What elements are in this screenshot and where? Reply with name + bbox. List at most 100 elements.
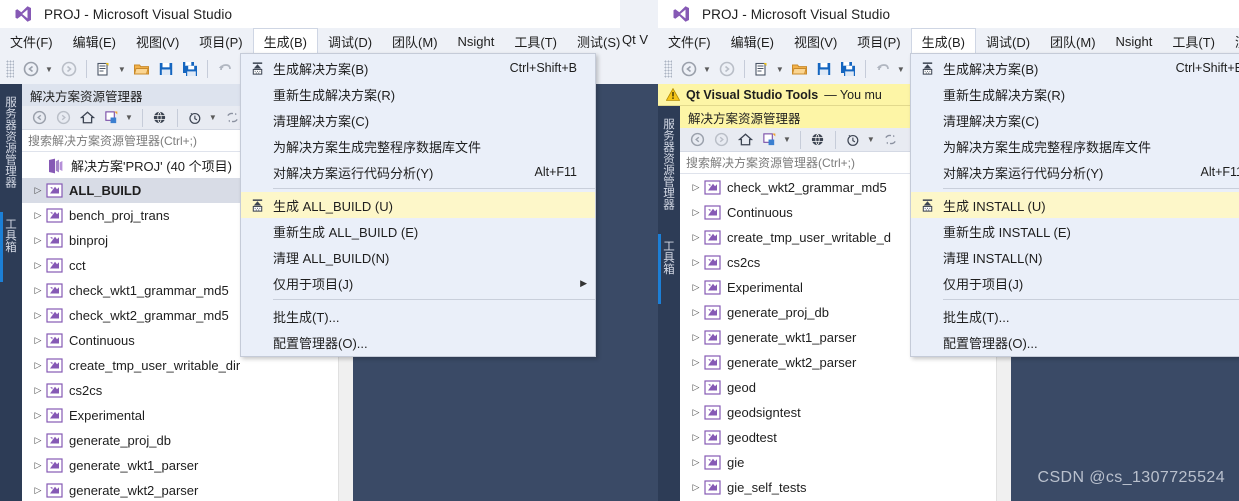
dropdown-caret-icon[interactable]: ▼ [115, 65, 129, 74]
sidebar-item-server-explorer[interactable]: 服务器资源管理器 [0, 90, 22, 194]
refresh-icon[interactable] [880, 129, 902, 151]
forward-arrow-icon[interactable] [710, 129, 732, 151]
menu-tools[interactable]: 工具(T) [1162, 28, 1225, 54]
dropdown-caret-icon[interactable]: ▼ [780, 135, 794, 144]
menu-tools[interactable]: 工具(T) [504, 28, 567, 54]
expand-twisty-icon[interactable]: ▷ [30, 260, 46, 271]
menu-item[interactable]: 对解决方案运行代码分析(Y) Alt+F11 [911, 159, 1239, 185]
expand-twisty-icon[interactable]: ▷ [30, 460, 46, 471]
save-icon[interactable] [155, 58, 177, 80]
menu-bar[interactable]: 文件(F) 编辑(E) 视图(V) 项目(P) 生成(B) 调试(D) 团队(M… [658, 28, 1239, 54]
menu-project[interactable]: 项目(P) [847, 28, 910, 54]
history-icon[interactable] [842, 129, 864, 151]
menu-nsight[interactable]: Nsight [1106, 28, 1163, 54]
menu-test[interactable]: 测试(S) [567, 28, 620, 54]
save-all-icon[interactable] [179, 58, 201, 80]
menu-item[interactable]: 批生成(T)... [241, 303, 595, 329]
tree-item[interactable]: ▷ gie [680, 450, 996, 475]
menu-view[interactable]: 视图(V) [126, 28, 189, 54]
toolbar-grip[interactable] [664, 60, 672, 78]
save-all-icon[interactable] [837, 58, 859, 80]
forward-arrow-icon[interactable] [58, 58, 80, 80]
menu-edit[interactable]: 编辑(E) [63, 28, 126, 54]
save-icon[interactable] [813, 58, 835, 80]
expand-twisty-icon[interactable]: ▷ [688, 257, 704, 268]
dropdown-caret-icon[interactable]: ▼ [894, 65, 908, 74]
expand-twisty-icon[interactable]: ▷ [688, 282, 704, 293]
expand-twisty-icon[interactable]: ▷ [688, 432, 704, 443]
expand-twisty-icon[interactable]: ▷ [30, 310, 46, 321]
open-folder-icon[interactable] [131, 58, 153, 80]
build-dropdown-menu-left[interactable]: 生成解决方案(B) Ctrl+Shift+B 重新生成解决方案(R) 清理解决方案(C… [240, 53, 596, 357]
menu-item[interactable]: 为解决方案生成完整程序数据库文件 [241, 133, 595, 159]
menu-team[interactable]: 团队(M) [382, 28, 448, 54]
home-icon[interactable] [76, 107, 98, 129]
menu-debug[interactable]: 调试(D) [318, 28, 382, 54]
dropdown-caret-icon[interactable]: ▼ [122, 113, 136, 122]
expand-twisty-icon[interactable]: ▷ [688, 207, 704, 218]
menu-item[interactable]: 重新生成 INSTALL (E) [911, 218, 1239, 244]
expand-twisty-icon[interactable]: ▷ [30, 285, 46, 296]
tree-item[interactable]: ▷ generate_wkt2_parser [22, 478, 338, 501]
expand-twisty-icon[interactable]: ▷ [688, 482, 704, 493]
history-icon[interactable] [184, 107, 206, 129]
forward-arrow-icon[interactable] [52, 107, 74, 129]
menu-view[interactable]: 视图(V) [784, 28, 847, 54]
toolbar-grip[interactable] [6, 60, 14, 78]
expand-twisty-icon[interactable]: ▷ [688, 457, 704, 468]
tree-item[interactable]: ▷ generate_wkt1_parser [22, 453, 338, 478]
expand-twisty-icon[interactable]: ▷ [688, 182, 704, 193]
menu-file[interactable]: 文件(F) [0, 28, 63, 54]
home-icon[interactable] [734, 129, 756, 151]
tree-item[interactable]: ▷ generate_proj_db [22, 428, 338, 453]
tree-item[interactable]: ▷ Experimental [22, 403, 338, 428]
pending-changes-icon[interactable] [100, 107, 122, 129]
undo-icon[interactable] [214, 58, 236, 80]
expand-twisty-icon[interactable]: ▷ [688, 407, 704, 418]
menu-item[interactable]: 仅用于项目(J)▶ [911, 270, 1239, 296]
menu-team[interactable]: 团队(M) [1040, 28, 1106, 54]
menu-test[interactable]: 测试(S) [1225, 28, 1239, 54]
forward-arrow-icon[interactable] [716, 58, 738, 80]
menu-item[interactable]: 重新生成解决方案(R) [911, 81, 1239, 107]
dropdown-caret-icon[interactable]: ▼ [864, 135, 878, 144]
new-project-icon[interactable] [93, 58, 115, 80]
show-all-files-icon[interactable] [807, 129, 829, 151]
dropdown-caret-icon[interactable]: ▼ [206, 113, 220, 122]
menu-item[interactable]: 生成解决方案(B) Ctrl+Shift+B [911, 55, 1239, 81]
expand-twisty-icon[interactable]: ▷ [30, 485, 46, 496]
menu-item[interactable]: 重新生成 ALL_BUILD (E) [241, 218, 595, 244]
back-arrow-icon[interactable] [686, 129, 708, 151]
expand-twisty-icon[interactable]: ▷ [30, 360, 46, 371]
expand-twisty-icon[interactable]: ▷ [688, 382, 704, 393]
sidebar-item-toolbox[interactable]: 工具箱 [658, 234, 680, 281]
menu-edit[interactable]: 编辑(E) [721, 28, 784, 54]
expand-twisty-icon[interactable]: ▷ [688, 232, 704, 243]
menu-item[interactable]: 清理解决方案(C) [241, 107, 595, 133]
expand-twisty-icon[interactable]: ▷ [688, 307, 704, 318]
expand-twisty-icon[interactable]: ▷ [30, 235, 46, 246]
menu-debug[interactable]: 调试(D) [976, 28, 1040, 54]
menu-project[interactable]: 项目(P) [189, 28, 252, 54]
expand-twisty-icon[interactable]: ▷ [30, 435, 46, 446]
new-project-icon[interactable] [751, 58, 773, 80]
expand-twisty-icon[interactable]: ▷ [30, 385, 46, 396]
expand-twisty-icon[interactable]: ▷ [688, 357, 704, 368]
sidebar-item-server-explorer[interactable]: 服务器资源管理器 [658, 112, 680, 216]
expand-twisty-icon[interactable]: ▷ [30, 335, 46, 346]
menu-item[interactable]: 重新生成解决方案(R) [241, 81, 595, 107]
back-arrow-icon[interactable] [20, 58, 42, 80]
open-folder-icon[interactable] [789, 58, 811, 80]
menu-build[interactable]: 生成(B) [252, 28, 318, 54]
menu-item[interactable]: 仅用于项目(J)▶ [241, 270, 595, 296]
tree-item[interactable]: ▷ cs2cs [22, 378, 338, 403]
expand-twisty-icon[interactable]: ▷ [30, 185, 46, 196]
menu-file[interactable]: 文件(F) [658, 28, 721, 54]
expand-twisty-icon[interactable]: ▷ [30, 210, 46, 221]
sidebar-item-toolbox[interactable]: 工具箱 [0, 212, 22, 259]
menu-bar[interactable]: 文件(F) 编辑(E) 视图(V) 项目(P) 生成(B) 调试(D) 团队(M… [0, 28, 620, 54]
menu-build[interactable]: 生成(B) [910, 28, 976, 54]
tree-item[interactable]: ▷ geodsigntest [680, 400, 996, 425]
build-dropdown-menu-right[interactable]: 生成解决方案(B) Ctrl+Shift+B 重新生成解决方案(R) 清理解决方案(C… [910, 53, 1239, 357]
tree-item[interactable]: ▷ gie_self_tests [680, 475, 996, 500]
